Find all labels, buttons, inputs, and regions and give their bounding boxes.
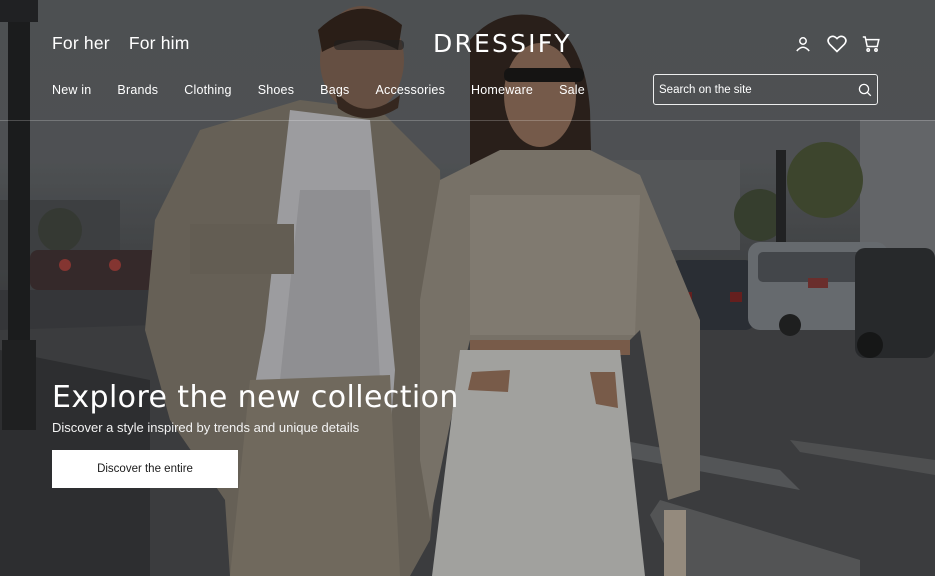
nav-item-homeware[interactable]: Homeware	[471, 83, 533, 97]
cart-icon[interactable]	[861, 34, 881, 54]
gender-nav: For her For him	[52, 33, 190, 54]
gender-link-for-her[interactable]: For her	[52, 33, 110, 54]
nav-item-sale[interactable]: Sale	[559, 83, 585, 97]
hero-title: Explore the new collection	[52, 380, 459, 415]
heart-icon[interactable]	[827, 34, 847, 54]
nav-item-brands[interactable]: Brands	[117, 83, 158, 97]
main-nav: New in Brands Clothing Shoes Bags Access…	[52, 83, 611, 97]
gender-link-for-him[interactable]: For him	[129, 33, 190, 54]
nav-item-new-in[interactable]: New in	[52, 83, 91, 97]
discover-collection-button[interactable]: Discover the entire	[52, 450, 238, 488]
search-input[interactable]	[654, 75, 854, 104]
header-actions	[793, 34, 881, 54]
nav-item-accessories[interactable]: Accessories	[375, 83, 445, 97]
user-icon[interactable]	[793, 34, 813, 54]
brand-logo[interactable]: DRESSIFY	[433, 29, 572, 58]
nav-item-shoes[interactable]: Shoes	[258, 83, 294, 97]
nav-item-bags[interactable]: Bags	[320, 83, 349, 97]
search-box	[653, 74, 878, 105]
header-divider	[0, 120, 935, 121]
hero-subtitle: Discover a style inspired by trends and …	[52, 420, 360, 435]
search-icon[interactable]	[858, 83, 872, 97]
nav-item-clothing[interactable]: Clothing	[184, 83, 231, 97]
